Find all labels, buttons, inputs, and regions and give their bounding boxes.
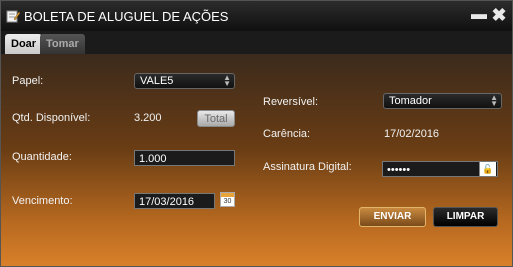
- updown-arrow-icon: ▲ ▼: [490, 93, 498, 108]
- carencia-label: Carência:: [263, 128, 311, 140]
- assinatura-value: ••••••: [387, 164, 411, 176]
- form-panel: Papel: VALE5 ▲ ▼ Qtd. Disponível: 3.200 T…: [1, 54, 512, 266]
- reversivel-label: Reversível:: [263, 96, 319, 108]
- quantidade-input[interactable]: 1.000: [134, 150, 235, 166]
- window-title: BOLETA DE ALUGUEL DE AÇÕES: [24, 9, 229, 24]
- enviar-button[interactable]: ENVIAR: [359, 207, 426, 227]
- qtd-disponivel-label: Qtd. Disponível:: [12, 112, 91, 124]
- calendar-icon[interactable]: 30: [220, 192, 235, 207]
- close-button[interactable]: ✖: [491, 6, 507, 24]
- reversivel-value: Tomador: [389, 95, 432, 107]
- assinatura-input[interactable]: •••••• 🔓: [382, 161, 498, 177]
- calendar-day-text: 30: [223, 198, 232, 205]
- quantidade-label: Quantidade:: [12, 151, 72, 163]
- carencia-value: 17/02/2016: [384, 128, 440, 140]
- assinatura-label: Assinatura Digital:: [263, 161, 352, 173]
- document-edit-icon: [6, 10, 20, 23]
- updown-arrow-icon: ▲ ▼: [223, 73, 231, 88]
- tab-doar[interactable]: Doar: [5, 34, 43, 54]
- total-button[interactable]: Total: [197, 110, 235, 127]
- lock-icon[interactable]: 🔓: [479, 162, 496, 176]
- qtd-disponivel-value: 3.200: [134, 112, 162, 124]
- order-window: BOLETA DE ALUGUEL DE AÇÕES ▬ ✖ Doar Toma…: [0, 0, 513, 267]
- tab-tomar[interactable]: Tomar: [40, 34, 85, 54]
- papel-select[interactable]: VALE5 ▲ ▼: [134, 73, 235, 89]
- papel-value: VALE5: [140, 75, 174, 87]
- papel-label: Papel:: [12, 75, 44, 87]
- vencimento-input[interactable]: 17/03/2016: [134, 193, 215, 209]
- minimize-button[interactable]: ▬: [471, 7, 487, 23]
- tab-bar: Doar Tomar: [1, 31, 512, 54]
- reversivel-select[interactable]: Tomador ▲ ▼: [383, 93, 502, 109]
- title-bar[interactable]: BOLETA DE ALUGUEL DE AÇÕES ▬ ✖: [1, 1, 512, 31]
- vencimento-label: Vencimento:: [12, 195, 73, 207]
- limpar-button[interactable]: LIMPAR: [433, 207, 498, 227]
